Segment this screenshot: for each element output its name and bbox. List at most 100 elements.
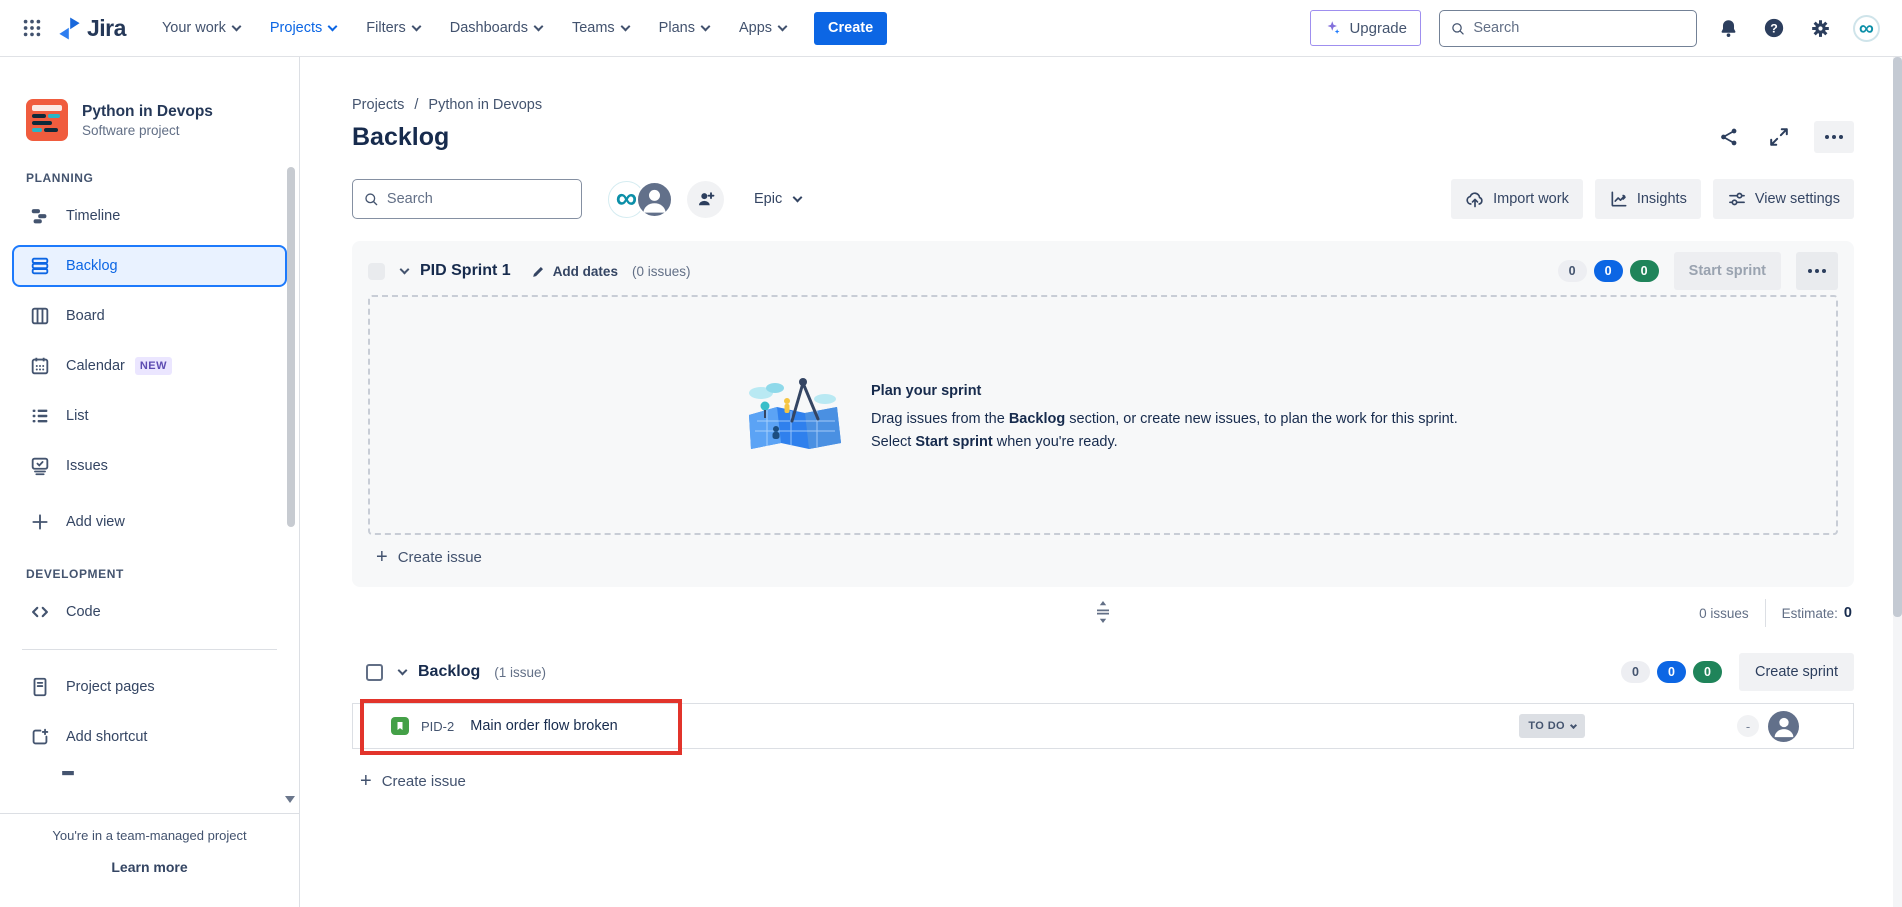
start-sprint-button[interactable]: Start sprint — [1674, 252, 1781, 290]
todo-count-badge: 0 — [1621, 661, 1650, 683]
sidebar-scroll-down-arrow[interactable] — [285, 796, 295, 803]
sprint-empty-state: Plan your sprint Drag issues from the Ba… — [745, 375, 1461, 455]
timeline-icon — [28, 204, 52, 228]
nav-utility-icons: ? ∞ — [1715, 15, 1880, 42]
import-work-button[interactable]: Import work — [1451, 179, 1583, 219]
user-avatar[interactable] — [636, 181, 673, 218]
pencil-icon — [531, 264, 546, 279]
backlog-collapse-chevron-icon[interactable] — [399, 663, 406, 681]
help-icon[interactable]: ? — [1761, 15, 1787, 41]
breadcrumb-projects[interactable]: Projects — [352, 97, 404, 113]
nav-your-work[interactable]: Your work — [162, 20, 240, 36]
issue-key[interactable]: PID-2 — [421, 719, 454, 734]
page-scrollbar[interactable] — [1893, 57, 1902, 907]
toolbar-right-buttons: Import work Insights View settings — [1451, 179, 1854, 219]
page-more-options-button[interactable] — [1814, 121, 1854, 153]
sprint-create-issue-button[interactable]: + Create issue — [368, 535, 1838, 579]
create-sprint-button[interactable]: Create sprint — [1739, 653, 1854, 691]
issue-row[interactable]: PID-2 Main order flow broken TO DO - — [352, 703, 1854, 749]
member-avatars: ∞ — [608, 181, 724, 218]
nav-teams[interactable]: Teams — [572, 20, 629, 36]
breadcrumb: Projects / Python in Devops — [352, 97, 1854, 113]
issue-status-dropdown[interactable]: TO DO — [1519, 714, 1585, 738]
sprint-checkbox[interactable] — [368, 263, 385, 280]
jira-logo-text: Jira — [87, 15, 126, 42]
backlog-header: Backlog (1 issue) 0 0 0 Create sprint — [352, 649, 1854, 695]
view-settings-button[interactable]: View settings — [1713, 179, 1854, 219]
primary-menu: Your work Projects Filters Dashboards Te… — [162, 20, 786, 36]
story-type-icon — [391, 717, 409, 735]
board-search-input[interactable] — [387, 191, 571, 207]
add-shortcut-button[interactable]: Add shortcut — [12, 716, 287, 758]
project-type: Software project — [82, 123, 213, 138]
issue-assignee-avatar[interactable] — [1768, 711, 1799, 742]
sprint-name[interactable]: PID Sprint 1 — [420, 262, 511, 280]
sidebar-item-calendar[interactable]: Calendar NEW — [12, 345, 287, 387]
chevron-down-icon — [411, 21, 421, 31]
add-dates-button[interactable]: Add dates — [531, 264, 618, 279]
sliders-icon — [1727, 189, 1747, 209]
insights-button[interactable]: Insights — [1595, 179, 1701, 219]
sprint-empty-text: Plan your sprint Drag issues from the Ba… — [871, 375, 1461, 454]
chevron-down-icon — [793, 192, 803, 202]
sprint-collapse-chevron-icon[interactable] — [401, 262, 408, 280]
list-icon — [28, 404, 52, 428]
app-switcher-icon[interactable] — [16, 12, 48, 44]
done-count-badge: 0 — [1693, 661, 1722, 683]
done-count-badge: 0 — [1630, 260, 1659, 282]
nav-projects[interactable]: Projects — [270, 20, 336, 36]
plan-your-sprint-description: Drag issues from the Backlog section, or… — [871, 408, 1461, 454]
sprint-more-options-button[interactable] — [1796, 252, 1838, 290]
sidebar-item-issues[interactable]: Issues — [12, 445, 287, 487]
add-people-button[interactable] — [687, 181, 724, 218]
estimate-label: Estimate: — [1782, 606, 1838, 621]
chevron-down-icon — [620, 21, 630, 31]
backlog-select-checkbox[interactable] — [366, 664, 383, 681]
sidebar-item-project-pages[interactable]: Project pages — [12, 666, 287, 708]
resize-drag-handle-icon[interactable] — [1091, 599, 1115, 625]
jira-logo[interactable]: Jira — [56, 15, 126, 42]
sprint-dropzone[interactable]: Plan your sprint Drag issues from the Ba… — [368, 295, 1838, 535]
sidebar-divider — [22, 649, 277, 650]
sprint-panel: PID Sprint 1 Add dates (0 issues) 0 0 0 … — [352, 241, 1854, 587]
breadcrumb-project-name[interactable]: Python in Devops — [428, 97, 542, 113]
sidebar-item-backlog[interactable]: Backlog — [12, 245, 287, 287]
scrollbar-thumb[interactable] — [1893, 57, 1902, 617]
backlog-section: Backlog (1 issue) 0 0 0 Create sprint PI… — [352, 649, 1854, 803]
nav-filters[interactable]: Filters — [366, 20, 419, 36]
search-icon — [363, 190, 379, 208]
sidebar-item-timeline[interactable]: Timeline — [12, 195, 287, 237]
backlog-section-title[interactable]: Backlog — [418, 663, 480, 681]
nav-plans[interactable]: Plans — [659, 20, 709, 36]
section-divider-row: 0 issues Estimate: 0 — [352, 587, 1854, 645]
issues-icon — [28, 454, 52, 478]
development-section-label: DEVELOPMENT — [26, 567, 287, 581]
sidebar-item-board[interactable]: Board — [12, 295, 287, 337]
profile-avatar-devops-infinity-icon[interactable]: ∞ — [1853, 15, 1880, 42]
share-icon[interactable] — [1714, 122, 1744, 152]
issue-summary[interactable]: Main order flow broken — [470, 718, 618, 734]
add-view-button[interactable]: Add view — [12, 501, 287, 543]
backlog-toolbar: ∞ Epic Import work Insights — [352, 179, 1854, 219]
settings-gear-icon[interactable] — [1807, 15, 1833, 41]
project-header[interactable]: Python in Devops Software project — [26, 99, 299, 141]
epic-filter-dropdown[interactable]: Epic — [754, 191, 801, 207]
issue-estimate[interactable]: - — [1737, 715, 1759, 737]
nav-apps[interactable]: Apps — [739, 20, 786, 36]
sprint-header-right: 0 0 0 Start sprint — [1558, 252, 1838, 290]
project-avatar — [26, 99, 68, 141]
issues-count-label: 0 issues — [1699, 606, 1749, 621]
nav-dashboards[interactable]: Dashboards — [450, 20, 542, 36]
sprint-issue-count: (0 issues) — [632, 264, 691, 279]
learn-more-link[interactable]: Learn more — [111, 859, 187, 875]
board-search — [352, 179, 582, 219]
sidebar-scrollbar[interactable] — [287, 167, 295, 527]
backlog-create-issue-button[interactable]: + Create issue — [352, 759, 1854, 803]
notifications-bell-icon[interactable] — [1715, 15, 1741, 41]
global-search-input[interactable] — [1473, 20, 1686, 36]
sidebar-item-code[interactable]: Code — [12, 591, 287, 633]
create-button[interactable]: Create — [814, 12, 887, 45]
upgrade-button[interactable]: Upgrade — [1310, 10, 1421, 46]
sidebar-item-list[interactable]: List — [12, 395, 287, 437]
fullscreen-expand-icon[interactable] — [1764, 122, 1794, 152]
